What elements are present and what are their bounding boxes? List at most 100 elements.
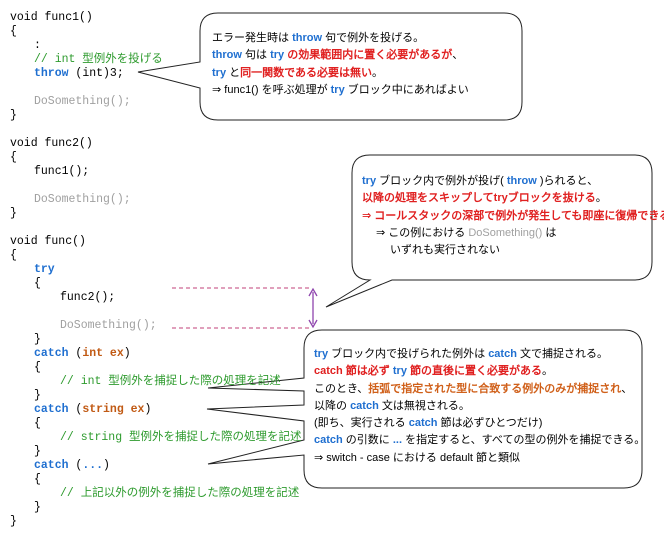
- text: 。: [595, 192, 607, 205]
- try-keyword: try: [362, 175, 377, 187]
- callout1-text: エラー発生時は throw 句で例外を投げる。 throw 句は try の効果…: [212, 30, 469, 99]
- catch-int-close-brace: }: [34, 389, 41, 402]
- try-keyword: try: [270, 49, 285, 62]
- func1-open-brace: {: [10, 25, 17, 38]
- catch-all-comment: // 上記以外の例外を捕捉した際の処理を記述: [60, 487, 300, 500]
- callout2-line1: try ブロック内で例外が投げ( throw )られると、: [362, 173, 664, 190]
- text: ⇒ この例における: [376, 226, 469, 239]
- func2-dosomething: DoSomething();: [34, 193, 131, 206]
- callout3-text: try ブロック内で投げられた例外は catch 文で捕捉される。 catch …: [314, 346, 645, 467]
- throw-keyword: throw: [212, 49, 242, 62]
- func-open-brace: {: [10, 249, 17, 262]
- catch-string-open-brace: {: [34, 417, 41, 430]
- catch-keyword: catch: [34, 459, 69, 472]
- text: 。: [542, 365, 553, 378]
- text: と: [226, 66, 241, 79]
- text: 、: [621, 382, 633, 395]
- catch-keyword: catch: [314, 434, 343, 447]
- text: 節は必ずひとつだけ): [437, 417, 543, 430]
- paren-close: ): [103, 459, 110, 472]
- catch-int-comment: // int 型例外を捕捉した際の処理を記述: [60, 375, 281, 388]
- func1-comment: // int 型例外を投げる: [34, 53, 163, 66]
- try-keyword: try: [314, 348, 329, 360]
- catch-int-line: catch (int ex): [34, 347, 131, 361]
- catch-keyword: catch: [488, 348, 517, 360]
- emphasis-text: 節は必ず: [342, 365, 393, 378]
- text: 以降の: [314, 399, 351, 412]
- text: このとき、: [314, 382, 369, 395]
- func1-signature: void func1(): [10, 11, 93, 24]
- callout1-line2: throw 句は try の効果範囲内に置く必要があるが、: [212, 47, 469, 64]
- callout2-line5: いずれも実行されない: [390, 244, 500, 257]
- text: )られると、: [536, 175, 599, 187]
- throw-keyword: throw: [34, 67, 69, 80]
- func2-open-brace: {: [10, 151, 17, 164]
- func1-throw-line: throw (int)3;: [34, 67, 124, 81]
- emphasis-text: 同一関数である必要は無い: [240, 66, 373, 79]
- diagram-canvas: void func1() { : // int 型例外を投げる throw (i…: [0, 0, 664, 534]
- callout1-line4: ⇒ func1() を呼ぶ処理が try ブロック中にあればよい: [212, 82, 469, 99]
- paren-open: (: [68, 347, 83, 360]
- try-keyword: try: [493, 192, 508, 205]
- emphasis-text: 節の直後に置く必要がある: [406, 365, 542, 378]
- catch-keyword: catch: [34, 403, 69, 416]
- emphasis-text: ⇒ コールスタックの深部で例外が発生しても即座に復帰できる: [362, 209, 664, 222]
- emphasis-text: 以降の処理をスキップして: [362, 192, 494, 205]
- text: の引数に: [342, 434, 393, 447]
- catch-int-param: int ex: [82, 347, 124, 360]
- catch-int-open-brace: {: [34, 361, 41, 374]
- text: 文で捕捉される。: [516, 348, 608, 360]
- callout3-line5: (即ち、実行される catch 節は必ずひとつだけ): [314, 415, 645, 432]
- try-keyword: try: [34, 263, 55, 276]
- callout2-line3: ⇒ コールスタックの深部で例外が発生しても即座に復帰できる: [362, 208, 664, 225]
- catch-keyword: catch: [350, 399, 379, 412]
- text: エラー発生時は: [212, 32, 293, 44]
- catch-keyword: catch: [314, 365, 343, 378]
- func1-placeholder: :: [34, 39, 41, 52]
- callout3-line6: catch の引数に ... を指定すると、すべての型の例外を捕捉できる。: [314, 432, 645, 449]
- text: ブロック内で例外が投げ(: [376, 175, 507, 187]
- callout3-line3: このとき、括弧で指定された型に合致する例外のみが捕捉され、: [314, 381, 645, 398]
- paren-close: ): [144, 403, 152, 416]
- try-keyword: try: [330, 83, 345, 96]
- emphasis-text: ブロックを抜ける: [507, 192, 596, 205]
- catch-all-param: ...: [82, 459, 104, 472]
- callout2-text: try ブロック内で例外が投げ( throw )られると、 以降の処理をスキップ…: [362, 173, 664, 259]
- func2-signature: void func2(): [10, 137, 93, 150]
- text: 句は: [241, 49, 271, 62]
- throw-keyword: throw: [292, 32, 323, 44]
- text: 句で例外を投げる。: [322, 32, 425, 44]
- func2-close-brace: }: [10, 207, 17, 220]
- func2-call-func1: func1();: [34, 165, 90, 178]
- catch-all-open-brace: {: [34, 473, 41, 486]
- text: を指定すると、すべての型の例外を捕捉できる。: [402, 434, 646, 447]
- paren-open: (: [68, 459, 83, 472]
- func-close-brace: }: [10, 515, 17, 528]
- text: (即ち、実行される: [314, 417, 409, 430]
- callout2-line2: 以降の処理をスキップしてtryブロックを抜ける。: [362, 190, 664, 207]
- catch-string-close-brace: }: [34, 445, 41, 458]
- emphasis-text: 括弧で指定された型に合致する例外のみが捕捉され: [368, 382, 622, 395]
- dosomething-ref: DoSomething(): [468, 226, 543, 239]
- callout3-line4: 以降の catch 文は無視される。: [314, 398, 645, 415]
- throw-keyword: throw: [506, 175, 537, 187]
- text: 、: [452, 49, 464, 62]
- callout1-line3: try と同一関数である必要は無い。: [212, 65, 469, 82]
- text: ブロック中にあればよい: [344, 83, 469, 96]
- emphasis-text: の効果範囲内に置く必要があるが: [284, 49, 453, 62]
- catch-all-line: catch (...): [34, 459, 110, 473]
- catch-string-comment: // string 型例外を捕捉した際の処理を記述: [60, 431, 302, 444]
- paren-open: (: [68, 403, 83, 416]
- catch-all-close-brace: }: [34, 501, 41, 514]
- catch-string-param: string ex: [82, 403, 145, 416]
- catch-string-line: catch (string ex): [34, 403, 151, 417]
- try-keyword: try: [212, 66, 227, 79]
- paren-close: ): [123, 347, 131, 360]
- func1-close-brace: }: [10, 109, 17, 122]
- try-close-brace: }: [34, 333, 41, 346]
- callout3-line1: try ブロック内で投げられた例外は catch 文で捕捉される。: [314, 346, 645, 363]
- text: ⇒ func1() を呼ぶ処理が: [212, 83, 331, 96]
- text: 。: [372, 66, 384, 79]
- ellipsis-keyword: ...: [392, 434, 403, 447]
- text: ブロック内で投げられた例外は: [328, 348, 489, 360]
